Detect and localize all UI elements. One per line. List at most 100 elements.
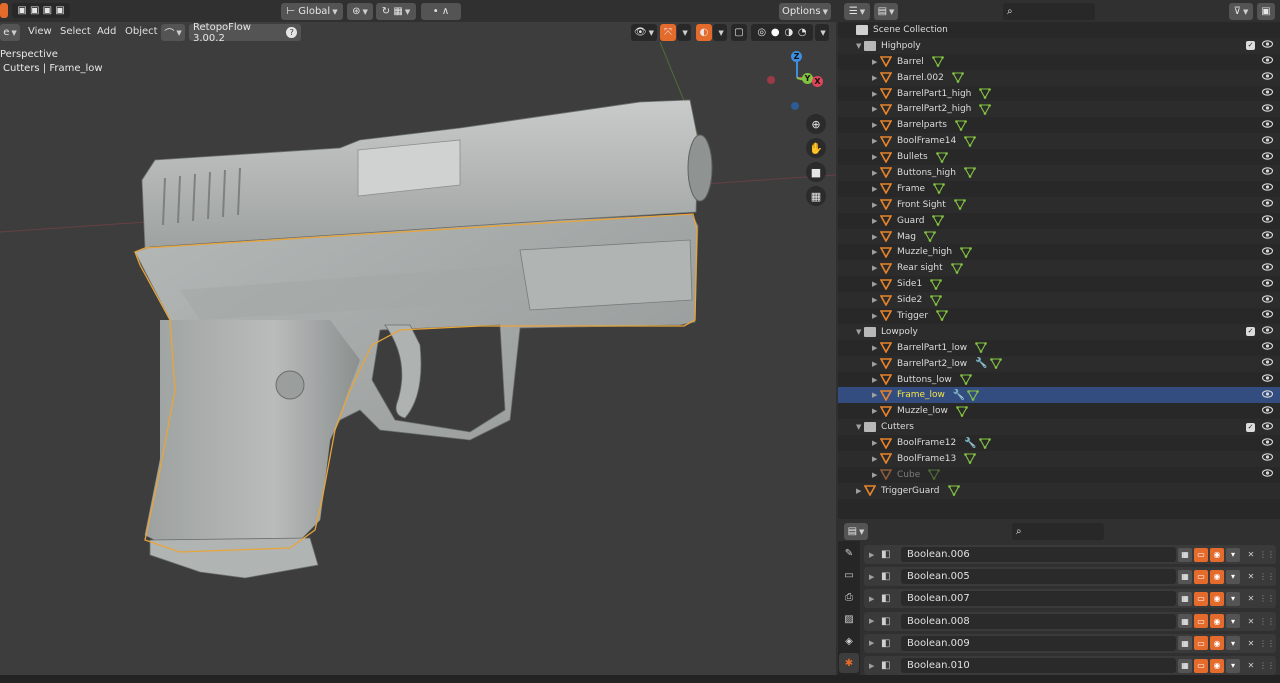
menu-object[interactable]: Object [119,26,164,37]
outliner-item-triggerguard[interactable]: ▶ TriggerGuard [838,482,1280,499]
properties-editor-type[interactable]: ▤ ▼ [844,523,868,540]
expand-toggle-icon[interactable]: ▼ [856,42,864,50]
outliner-panel[interactable]: ☰ ▼ ▤ ▼ ⌕ ⊽ ▼ ▣ Scene Collection ▼ Highpoly ✓ ▶… [838,0,1280,519]
close-icon[interactable]: ✕ [1244,592,1258,606]
mesh-data-icon[interactable] [964,135,977,147]
collection-row-cutters[interactable]: ▼ Cutters ✓ [838,419,1280,436]
expand-toggle-icon[interactable]: ▶ [872,58,880,66]
shading-modes[interactable]: ◎ ● ◑ ◔ [751,24,813,41]
expand-toggle-icon[interactable]: ▶ [872,169,880,177]
visibility-dropdown[interactable]: 👁 ▼ [631,24,657,41]
eye-icon[interactable] [1261,263,1274,274]
outliner-item-barrelpart2-high[interactable]: ▶ BarrelPart2_high [838,101,1280,118]
expand-toggle-icon[interactable]: ▶ [872,233,880,241]
mesh-data-icon[interactable] [979,88,992,100]
filter-dropdown[interactable]: ⊽ ▼ [1229,3,1253,20]
mesh-data-icon[interactable] [967,390,980,402]
outliner-item-frame-low[interactable]: ▶ Frame_low 🔧 [838,387,1280,404]
eye-icon[interactable] [1261,72,1274,83]
drag-handle-icon[interactable]: ⋮⋮ [1259,614,1275,628]
modifier-wrench-icon[interactable]: 🔧 [964,438,976,449]
gizmo-z-axis[interactable]: Z [791,51,802,62]
gizmo-neg-z-axis[interactable] [791,102,799,110]
modifier-wrench-icon[interactable]: 🔧 [953,390,965,401]
expand-toggle-icon[interactable]: ▶ [872,407,880,415]
eye-icon[interactable] [1261,183,1274,194]
viewport-display-toggle-icon[interactable]: ▭ [1194,658,1208,673]
eye-icon[interactable] [1261,358,1274,369]
mesh-data-icon[interactable] [930,294,943,306]
mesh-data-icon[interactable] [978,437,991,449]
outliner-item-cube[interactable]: ▶ Cube [838,467,1280,483]
proportional-editing[interactable]: • ∧ [421,3,461,20]
eye-icon[interactable] [1261,406,1274,417]
expand-toggle-icon[interactable]: ▶ [872,105,880,113]
outliner-item-buttons-low[interactable]: ▶ Buttons_low [838,372,1280,388]
outliner-item-rear-sight[interactable]: ▶ Rear sight [838,260,1280,277]
eye-icon[interactable] [1261,56,1274,67]
mesh-data-icon[interactable] [954,119,967,131]
exclude-checkbox[interactable]: ✓ [1246,327,1255,337]
new-collection-button[interactable]: ▣ [1257,3,1275,20]
modifier-panel[interactable]: ▶ ◧ Boolean.005 ▦ ▭ ◉ ▾ ✕ ⋮⋮ [864,567,1276,587]
viewport-display-toggle-icon[interactable]: ▭ [1194,614,1208,629]
viewport-display-toggle-icon[interactable]: ▭ [1194,591,1208,606]
viewport-display-toggle-icon[interactable]: ▭ [1194,569,1208,584]
pivot-point-dropdown[interactable]: ⊛ ▼ [347,3,373,20]
solid-shading-icon[interactable]: ● [771,27,780,38]
rendered-shading-icon[interactable]: ◔ [798,27,807,38]
close-icon[interactable]: ✕ [1244,570,1258,584]
grid-toggle-icon[interactable]: ▦ [806,186,826,206]
expand-toggle-icon[interactable]: ▶ [872,296,880,304]
eye-icon[interactable] [1261,294,1274,306]
mesh-data-icon[interactable] [950,262,963,274]
modifier-name-field[interactable]: Boolean.006 [901,547,1176,562]
modifier-panel[interactable]: ▶ ◧ Boolean.009 ▦ ▭ ◉ ▾ ✕ ⋮⋮ [864,633,1276,653]
outliner-item-barrel[interactable]: ▶ Barrel [838,54,1280,70]
mode-select-icon[interactable] [0,3,8,18]
help-icon[interactable]: ? [286,27,297,38]
eye-icon[interactable] [1261,88,1274,99]
mesh-data-icon[interactable] [931,56,944,68]
mesh-data-icon[interactable] [933,183,945,195]
gizmo-x-axis[interactable]: X [812,76,823,87]
eye-icon[interactable] [1261,310,1274,321]
modifier-name-field[interactable]: Boolean.010 [901,658,1176,673]
drag-handle-icon[interactable]: ⋮⋮ [1259,636,1275,650]
eye-icon[interactable] [1261,374,1274,385]
expand-toggle-icon[interactable]: ▶ [869,573,877,581]
outliner-item-boolframe13[interactable]: ▶ BoolFrame13 [838,451,1280,467]
tab-render[interactable]: ▭ [839,565,859,585]
outliner-item-buttons-high[interactable]: ▶ Buttons_high [838,165,1280,181]
expand-toggle-icon[interactable]: ▶ [872,74,880,82]
overlays-toggle[interactable]: ◐ [696,24,712,41]
outliner-item-barrelpart1-low[interactable]: ▶ BarrelPart1_low [838,340,1280,356]
eye-icon[interactable] [1261,421,1274,433]
eye-icon[interactable] [1261,151,1274,163]
modifier-name-field[interactable]: Boolean.009 [901,635,1176,651]
expand-toggle-icon[interactable]: ▶ [872,455,880,463]
retopoflow-button[interactable]: RetopoFlow 3.00.2 ? [189,22,301,44]
display-mode-dropdown[interactable]: ▤ ▼ [874,3,898,20]
outliner-item-barrelparts[interactable]: ▶ Barrelparts [838,117,1280,133]
outliner-item-front-sight[interactable]: ▶ Front Sight [838,196,1280,213]
mesh-data-icon[interactable] [955,406,968,417]
edit-mode-toggle-icon[interactable]: ▦ [1178,591,1192,606]
expand-toggle-icon[interactable]: ▶ [872,137,880,145]
viewport-display-toggle-icon[interactable]: ▭ [1194,636,1208,651]
expand-toggle-icon[interactable]: ▶ [872,280,880,288]
mesh-data-icon[interactable] [935,151,948,163]
scene-collection-row[interactable]: Scene Collection [838,22,1280,38]
mesh-data-icon[interactable] [924,231,936,243]
edit-mode-toggle-icon[interactable]: ▦ [1178,636,1192,651]
expand-toggle-icon[interactable]: ▶ [872,264,880,272]
expand-toggle-icon[interactable]: ▶ [872,90,880,98]
options-dropdown[interactable]: Options ▼ [779,3,831,20]
expand-toggle-icon[interactable]: ▶ [869,662,877,670]
edit-mode-toggle-icon[interactable]: ▦ [1178,569,1192,584]
expand-toggle-icon[interactable]: ▶ [872,439,880,447]
outliner-item-boolframe14[interactable]: ▶ BoolFrame14 [838,133,1280,150]
navigation-gizmo[interactable]: Z Y X [765,48,830,113]
drag-handle-icon[interactable]: ⋮⋮ [1259,659,1275,673]
modifier-name-field[interactable]: Boolean.005 [901,569,1176,585]
